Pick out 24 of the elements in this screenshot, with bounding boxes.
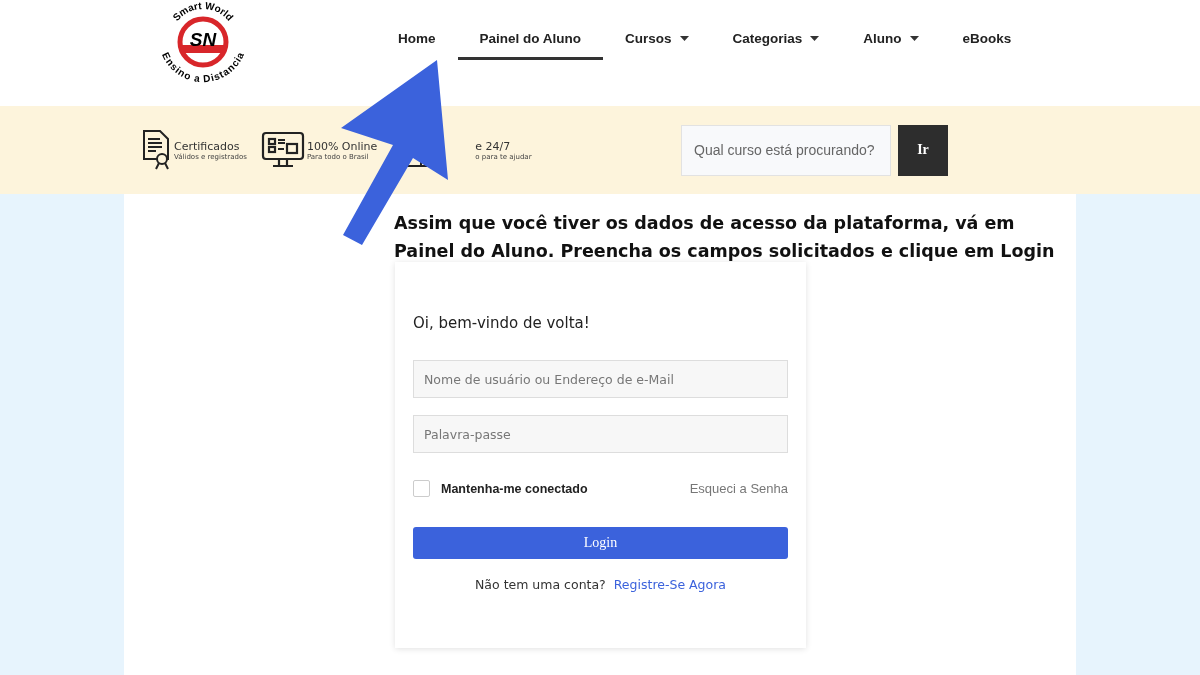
- signup-link[interactable]: Registre-Se Agora: [613, 577, 726, 592]
- monitor-icon: [260, 131, 305, 169]
- forgot-password-link[interactable]: Esqueci a Senha: [689, 481, 788, 496]
- nav-link[interactable]: Painel do Aluno: [457, 22, 604, 60]
- logo-monogram: SN: [189, 29, 217, 50]
- nav-link[interactable]: Cursos: [603, 22, 711, 60]
- username-field[interactable]: Nome de usuário ou Endereço de e-Mail: [413, 360, 788, 398]
- feature-title: Certificados: [174, 139, 241, 153]
- remember-label: Mantenha-me conectado: [441, 481, 588, 496]
- nav-link[interactable]: Aluno: [841, 22, 941, 60]
- nav-link[interactable]: Categorias: [710, 22, 842, 60]
- login-heading: Oi, bem-vindo de volta!: [413, 314, 591, 332]
- login-button[interactable]: Login: [413, 527, 788, 559]
- nav-link[interactable]: eBooks: [940, 22, 1034, 60]
- feature-title: e 24/7: [475, 139, 512, 153]
- remember-checkbox[interactable]: [413, 480, 430, 497]
- search-button[interactable]: Ir: [898, 124, 948, 176]
- signup-prompt: Não tem uma conta?: [475, 577, 606, 592]
- feature-title: 100% Online: [306, 139, 378, 153]
- nav-link[interactable]: Home: [376, 22, 458, 60]
- certificate-icon: [142, 129, 172, 171]
- instruction-text: Assim que você tiver os dados de acesso da plataforma, vá em Painel do Aluno. Preencha os campos solicitados e clique em Login: [394, 212, 1056, 263]
- password-field[interactable]: Palavra-passe: [413, 415, 788, 453]
- search-field[interactable]: Qual curso está procurando?: [681, 124, 891, 176]
